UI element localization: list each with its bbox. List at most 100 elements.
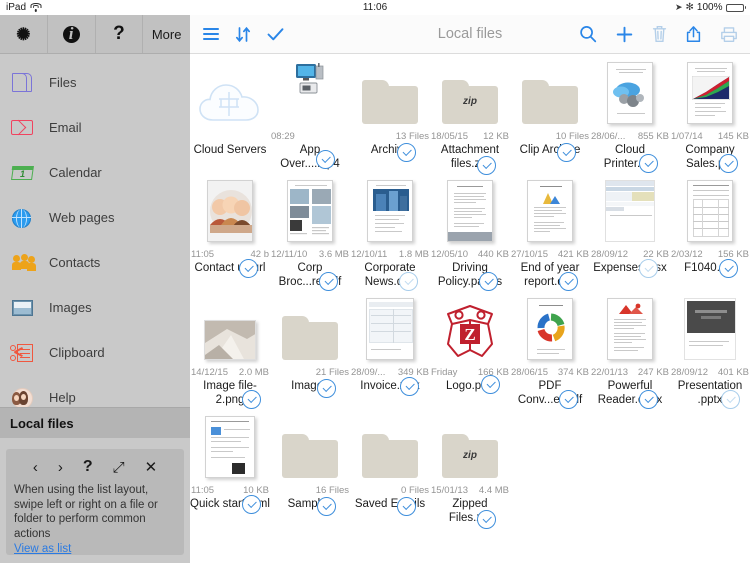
selection-badge[interactable] <box>557 142 576 162</box>
file-meta-left: 28/09/12 <box>671 367 708 378</box>
html-document-thumbnail <box>205 416 255 478</box>
file-item[interactable]: 28/09/... 349 KB Invoice.xlsx <box>350 290 430 396</box>
file-item[interactable]: 22/01/13 247 KB Powerful Reader.docx <box>590 290 670 409</box>
file-item[interactable]: 28/06/... 855 KB Cloud Printer.pdf <box>590 54 670 173</box>
file-item[interactable]: Cloud Servers <box>190 54 270 158</box>
file-thumbnail <box>190 172 270 242</box>
file-name: Powerful Reader.docx <box>597 380 663 406</box>
file-thumbnail <box>270 408 350 478</box>
tip-expand-icon[interactable]: ⤢ <box>113 460 125 475</box>
file-meta-left: 12/05/10 <box>431 249 468 260</box>
file-item[interactable]: zip 15/01/13 4.4 MB Zipped Files.zip <box>430 408 510 529</box>
search-icon[interactable] <box>579 25 597 43</box>
more-button[interactable]: More <box>143 15 190 53</box>
settings-button[interactable]: ✺ <box>0 15 48 53</box>
file-item[interactable]: 12/10/11 1.8 MB Corporate News.doc <box>350 172 430 291</box>
checkmark-icon[interactable] <box>267 27 284 42</box>
file-item[interactable]: zip 18/05/15 12 KB Attachment files.zip <box>430 54 510 175</box>
file-meta: 11:05 10 KB <box>190 484 270 497</box>
selection-badge[interactable] <box>242 390 261 409</box>
selection-badge[interactable] <box>319 272 338 291</box>
file-thumbnail <box>270 290 350 360</box>
sidebar-item-label: Calendar <box>49 165 102 180</box>
file-item[interactable]: 2/03/12 156 KB F1040.pdf <box>670 172 750 278</box>
selection-badge[interactable] <box>719 154 738 173</box>
tip-close-icon[interactable]: ✕ <box>145 460 158 475</box>
selection-badge[interactable] <box>317 496 336 516</box>
help-button[interactable]: ? <box>96 15 144 53</box>
file-meta: 0 Files <box>350 484 430 497</box>
sidebar-item-images[interactable]: Images <box>0 285 190 330</box>
file-item[interactable]: 21 Files Images <box>270 290 350 398</box>
file-thumbnail: zip <box>430 408 510 478</box>
file-item[interactable]: 1/07/14 145 KB Company Sales.pdf <box>670 54 750 173</box>
hamburger-icon[interactable] <box>203 28 219 40</box>
file-meta-left: 18/05/15 <box>431 131 468 142</box>
file-item[interactable]: 28/06/15 374 KB PDF Conv...er.pdf <box>510 290 590 409</box>
selection-badge[interactable] <box>721 390 740 409</box>
selection-badge[interactable] <box>639 258 658 278</box>
selection-badge[interactable] <box>719 258 738 278</box>
selection-badge[interactable] <box>559 390 578 409</box>
file-item[interactable]: 12/11/10 3.6 MB Corp Broc...re.pdf <box>270 172 350 291</box>
file-meta-right: 349 KB <box>397 367 429 378</box>
plus-icon[interactable] <box>616 26 633 43</box>
tip-next-button[interactable]: › <box>58 460 63 475</box>
file-item[interactable]: 12/05/10 440 KB Driving Policy.pages <box>430 172 510 291</box>
file-item[interactable]: 0 Files Saved Emails <box>350 408 430 516</box>
battery-percent: 100% <box>696 2 723 13</box>
sort-arrows-icon[interactable] <box>235 26 251 43</box>
file-meta: 12/05/10 440 KB <box>430 248 510 261</box>
tip-prev-button[interactable]: ‹ <box>33 460 38 475</box>
sidebar-item-calendar[interactable]: 1 Calendar <box>0 150 190 195</box>
sidebar-item-clipboard[interactable]: Clipboard <box>0 330 190 375</box>
file-item[interactable]: 28/09/12 401 KB Presentation .pptx <box>670 290 750 409</box>
sidebar-item-contacts[interactable]: Contacts <box>0 240 190 285</box>
selection-badge[interactable] <box>239 258 258 278</box>
file-meta: 28/09/... 349 KB <box>350 366 430 379</box>
file-item[interactable]: 08:29 App Over....mp4 <box>270 54 350 171</box>
file-item[interactable]: 16 Files Samples <box>270 408 350 516</box>
selection-badge[interactable] <box>242 494 261 514</box>
file-item[interactable]: 27/10/15 421 KB End of year report.doc <box>510 172 590 291</box>
info-button[interactable]: i <box>48 15 96 53</box>
selection-badge[interactable] <box>477 510 496 529</box>
tip-help-icon[interactable]: ? <box>83 459 93 475</box>
file-item[interactable]: Z Friday 166 KB Logo.png <box>430 290 510 394</box>
bluetooth-icon: ✻ <box>685 2 694 13</box>
selection-badge[interactable] <box>397 142 416 162</box>
sidebar-item-email[interactable]: Email <box>0 105 190 150</box>
file-meta-left: 1/07/14 <box>671 131 703 142</box>
file-item[interactable]: 11:05 10 KB Quick start.html <box>190 408 270 514</box>
file-name: F1040.pdf <box>684 262 736 274</box>
selection-badge[interactable] <box>639 390 658 409</box>
view-as-list-link[interactable]: View as list <box>14 543 176 555</box>
sidebar-item-web-pages[interactable]: Web pages <box>0 195 190 240</box>
selection-badge[interactable] <box>316 150 335 169</box>
sidebar-item-files[interactable]: Files <box>0 60 190 105</box>
location-arrow-icon: ➤ <box>674 2 683 12</box>
selection-badge[interactable] <box>399 272 418 291</box>
file-meta-left: 28/09/12 <box>591 249 628 260</box>
share-icon[interactable] <box>686 25 701 43</box>
globe-icon <box>9 205 37 231</box>
file-item[interactable]: 13 Files Archive <box>350 54 430 162</box>
selection-badge[interactable] <box>481 374 500 394</box>
file-name: Corporate News.doc <box>364 262 416 288</box>
selection-badge[interactable] <box>639 154 658 173</box>
file-item[interactable]: 10 Files Clip Archive <box>510 54 590 162</box>
selection-badge[interactable] <box>400 376 419 396</box>
selection-badge[interactable] <box>397 496 416 516</box>
file-item[interactable]: 11:05 42 b Contact us.url <box>190 172 270 278</box>
file-item[interactable]: 28/09/12 22 KB Expenses.xlsx <box>590 172 670 278</box>
file-thumbnail: Z <box>430 290 510 360</box>
file-meta-left: 22/01/13 <box>591 367 628 378</box>
sidebar-item-label: Files <box>49 75 77 90</box>
selection-badge[interactable] <box>479 272 498 291</box>
selection-badge[interactable] <box>559 272 578 291</box>
file-meta-left: 14/12/15 <box>191 367 228 378</box>
sidebar-item-label: Contacts <box>49 255 101 270</box>
selection-badge[interactable] <box>317 378 336 398</box>
file-item[interactable]: 14/12/15 2.0 MB Image file-2.png <box>190 290 270 409</box>
file-meta-right: 247 KB <box>637 367 669 378</box>
